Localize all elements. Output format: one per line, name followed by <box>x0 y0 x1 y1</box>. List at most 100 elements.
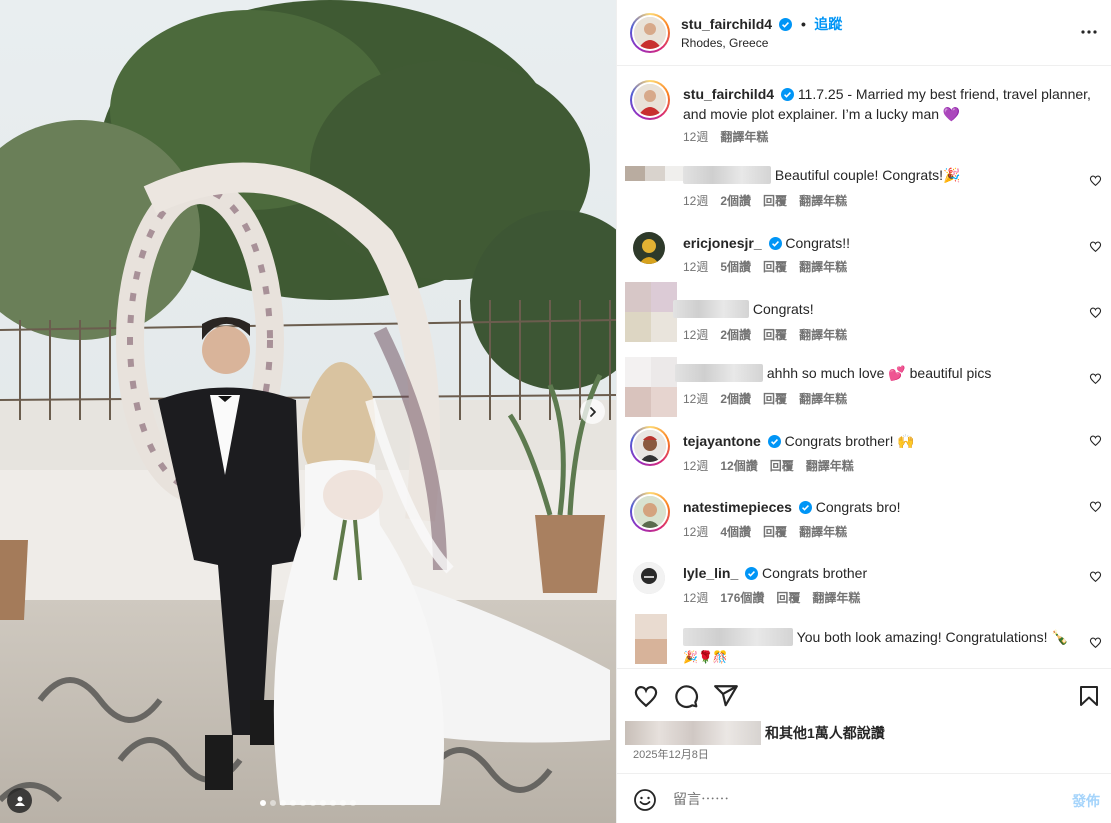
comment-meta: 12週 2個讚 回覆 翻譯年糕 <box>683 390 847 407</box>
liker-avatars <box>625 721 761 745</box>
comment-like-button[interactable] <box>1089 174 1102 192</box>
caption-username[interactable]: stu_fairchild4 <box>683 86 774 102</box>
caption-meta: 12週 翻譯年糕 <box>683 128 768 145</box>
comment-like-button[interactable] <box>1089 636 1102 654</box>
heart-icon <box>634 686 658 708</box>
comment-likes[interactable]: 12個讚 <box>720 457 757 474</box>
translate-button[interactable]: 翻譯年糕 <box>806 457 854 474</box>
carousel-dot <box>340 800 346 806</box>
commenter-avatar[interactable] <box>625 282 677 342</box>
comment-text-block: Congrats! <box>673 300 1063 318</box>
hidden-username <box>673 300 749 318</box>
comment-time[interactable]: 12週 <box>683 192 708 209</box>
carousel-dot <box>330 800 336 806</box>
translate-button[interactable]: 翻譯年糕 <box>799 326 847 343</box>
commenter-username[interactable]: natestimepieces <box>683 499 792 515</box>
translate-button[interactable]: 翻譯年糕 <box>799 390 847 407</box>
verified-badge-icon <box>745 566 759 584</box>
likes-text: 和其他1萬人都說讚 <box>765 725 885 741</box>
like-button[interactable] <box>633 683 659 714</box>
translate-button[interactable]: 翻譯年糕 <box>812 589 860 606</box>
heart-icon <box>1089 307 1102 319</box>
comment-likes[interactable]: 5個讚 <box>720 258 751 275</box>
post-date[interactable]: 2025年12月8日 <box>633 746 709 762</box>
commenter-username[interactable]: tejayantone <box>683 433 761 449</box>
author-avatar-image <box>634 17 666 49</box>
commenter-avatar[interactable] <box>630 492 670 532</box>
commenter-username[interactable]: lyle_lin_ <box>683 565 738 581</box>
share-button[interactable] <box>713 683 739 714</box>
comment-likes[interactable]: 2個讚 <box>720 192 751 209</box>
heart-icon <box>1089 637 1102 649</box>
comment-like-button[interactable] <box>1089 570 1102 588</box>
comment-time[interactable]: 12週 <box>683 589 708 606</box>
wedding-photo <box>0 0 616 823</box>
comment-likes[interactable]: 176個讚 <box>720 589 764 606</box>
heart-icon <box>1089 241 1102 253</box>
emoji-picker-button[interactable] <box>633 788 657 817</box>
commenter-avatar-image <box>634 430 666 462</box>
translate-button[interactable]: 翻譯年糕 <box>720 128 768 145</box>
user-tag-button[interactable] <box>7 788 32 813</box>
reply-button[interactable]: 回覆 <box>763 258 787 275</box>
verified-badge-icon <box>779 18 793 36</box>
commenter-avatar[interactable] <box>625 166 685 196</box>
comment-likes[interactable]: 4個讚 <box>720 523 751 540</box>
comment-time[interactable]: 12週 <box>683 258 708 275</box>
comment-time[interactable]: 12週 <box>683 523 708 540</box>
commenter-avatar[interactable] <box>625 357 677 417</box>
comment-like-button[interactable] <box>1089 500 1102 518</box>
reply-button[interactable]: 回覆 <box>763 192 787 209</box>
post-header: stu_fairchild4 • 追蹤 Rhodes, Greece <box>617 0 1111 66</box>
comment-time[interactable]: 12週 <box>683 457 708 474</box>
commenter-avatar[interactable] <box>635 614 667 664</box>
post-comment-button[interactable]: 發佈 <box>1072 791 1100 811</box>
comment-time[interactable]: 12週 <box>683 390 708 407</box>
comment-item: ahhh so much love 💕 beautiful pics 12週 2… <box>617 357 1111 417</box>
emoji-icon <box>634 789 656 811</box>
comment-like-button[interactable] <box>1089 372 1102 390</box>
carousel-dot <box>290 800 296 806</box>
author-username[interactable]: stu_fairchild4 <box>681 16 772 32</box>
translate-button[interactable]: 翻譯年糕 <box>799 192 847 209</box>
commenter-avatar[interactable] <box>633 232 665 264</box>
comment-input[interactable] <box>673 788 1043 810</box>
post-actions: 和其他1萬人都說讚 2025年12月8日 <box>617 668 1111 773</box>
comment-meta: 12週 2個讚 回覆 翻譯年糕 <box>683 192 847 209</box>
post-photo[interactable] <box>0 0 616 823</box>
comments-list[interactable]: stu_fairchild4 11.7.25 - Married my best… <box>617 67 1111 667</box>
carousel-dot <box>320 800 326 806</box>
comment-text-block: tejayantone Congrats brother! 🙌 <box>683 432 1073 452</box>
translate-button[interactable]: 翻譯年糕 <box>799 523 847 540</box>
commenter-avatar-image <box>633 232 665 264</box>
caption-author-avatar[interactable] <box>630 80 670 120</box>
reply-button[interactable]: 回覆 <box>763 326 787 343</box>
commenter-avatar[interactable] <box>633 562 665 594</box>
likes-summary[interactable]: 和其他1萬人都說讚 <box>625 721 885 745</box>
comment-like-button[interactable] <box>1089 306 1102 324</box>
carousel-next-button[interactable] <box>580 399 605 424</box>
reply-button[interactable]: 回覆 <box>763 390 787 407</box>
reply-button[interactable]: 回覆 <box>763 523 787 540</box>
more-options-button[interactable] <box>1080 22 1098 47</box>
post-location[interactable]: Rhodes, Greece <box>681 36 768 50</box>
translate-button[interactable]: 翻譯年糕 <box>799 258 847 275</box>
save-button[interactable] <box>1077 683 1101 714</box>
author-avatar[interactable] <box>630 13 670 53</box>
commenter-username[interactable]: ericjonesjr_ <box>683 235 762 251</box>
comment-item: Beautiful couple! Congrats!🎉 12週 2個讚 回覆 … <box>617 166 1111 216</box>
comment-likes[interactable]: 2個讚 <box>720 326 751 343</box>
comment-like-button[interactable] <box>1089 434 1102 452</box>
reply-button[interactable]: 回覆 <box>776 589 800 606</box>
comment-button[interactable] <box>673 683 699 714</box>
reply-button[interactable]: 回覆 <box>770 457 794 474</box>
comment-likes[interactable]: 2個讚 <box>720 390 751 407</box>
comment-like-button[interactable] <box>1089 240 1102 258</box>
comment-time[interactable]: 12週 <box>683 326 708 343</box>
caption-time[interactable]: 12週 <box>683 128 708 145</box>
carousel-dot <box>350 800 356 806</box>
comment-item: tejayantone Congrats brother! 🙌 12週 12個讚… <box>617 426 1111 476</box>
comment-text-block: lyle_lin_ Congrats brother <box>683 564 1073 584</box>
follow-button[interactable]: 追蹤 <box>814 16 842 32</box>
commenter-avatar[interactable] <box>630 426 670 466</box>
